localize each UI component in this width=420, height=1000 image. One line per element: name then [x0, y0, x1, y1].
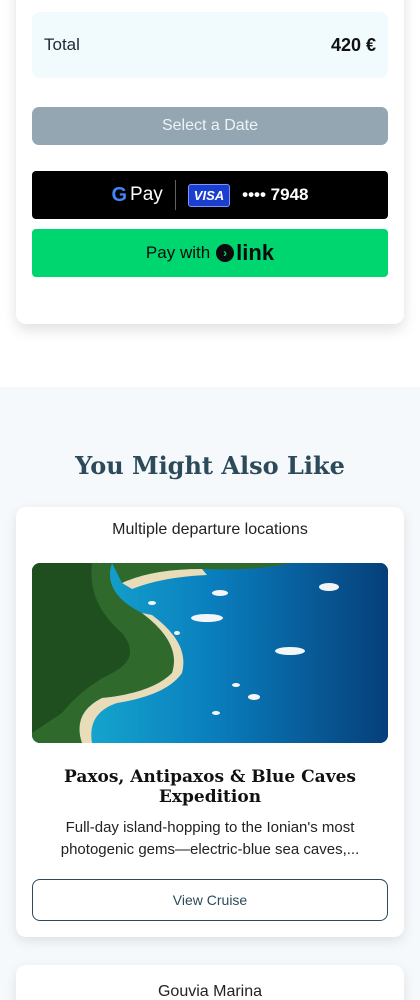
- cruise-card: Multiple departure locations Paxos, Anti…: [16, 507, 404, 937]
- section-title: You Might Also Like: [75, 451, 345, 480]
- visa-card-icon: VISA: [187, 183, 231, 207]
- total-row: Total 420 €: [32, 12, 388, 78]
- google-pay-button[interactable]: G Pay VISA •••• 7948: [32, 171, 388, 219]
- recommendations-section: You Might Also Like Multiple departure l…: [0, 387, 420, 1000]
- view-cruise-button[interactable]: View Cruise: [32, 879, 388, 921]
- link-arrow-icon: ›: [216, 244, 235, 262]
- card-number: •••• 7948: [242, 185, 309, 204]
- aerial-bay-illustration: [32, 563, 388, 743]
- total-label: Total: [44, 35, 80, 54]
- departure-location: Gouvia Marina: [157, 983, 263, 1000]
- departure-location: Multiple departure locations: [112, 521, 308, 538]
- gpay-brand-text: Pay: [130, 184, 163, 205]
- cruise-description: Full-day island-hopping to the Ionian's …: [60, 819, 360, 858]
- cruise-title[interactable]: Paxos, Antipaxos & Blue Caves Expedition: [16, 767, 404, 807]
- google-g-icon: G: [111, 183, 128, 206]
- total-price: 420 €: [330, 34, 376, 55]
- cruise-image: [32, 563, 388, 743]
- google-pay-logo: G Pay: [111, 184, 162, 207]
- link-brand-text: link: [236, 240, 275, 265]
- gpay-divider: [174, 180, 176, 210]
- link-pay-prefix: Pay with: [145, 243, 211, 262]
- cruise-card: Gouvia Marina: [16, 965, 404, 1000]
- pay-with-link-button[interactable]: Pay with › link: [32, 229, 388, 277]
- select-date-button[interactable]: Select a Date: [32, 107, 388, 145]
- booking-summary-card: Total 420 € Select a Date G Pay VISA •••…: [16, 0, 404, 324]
- link-logo: › link: [216, 240, 274, 266]
